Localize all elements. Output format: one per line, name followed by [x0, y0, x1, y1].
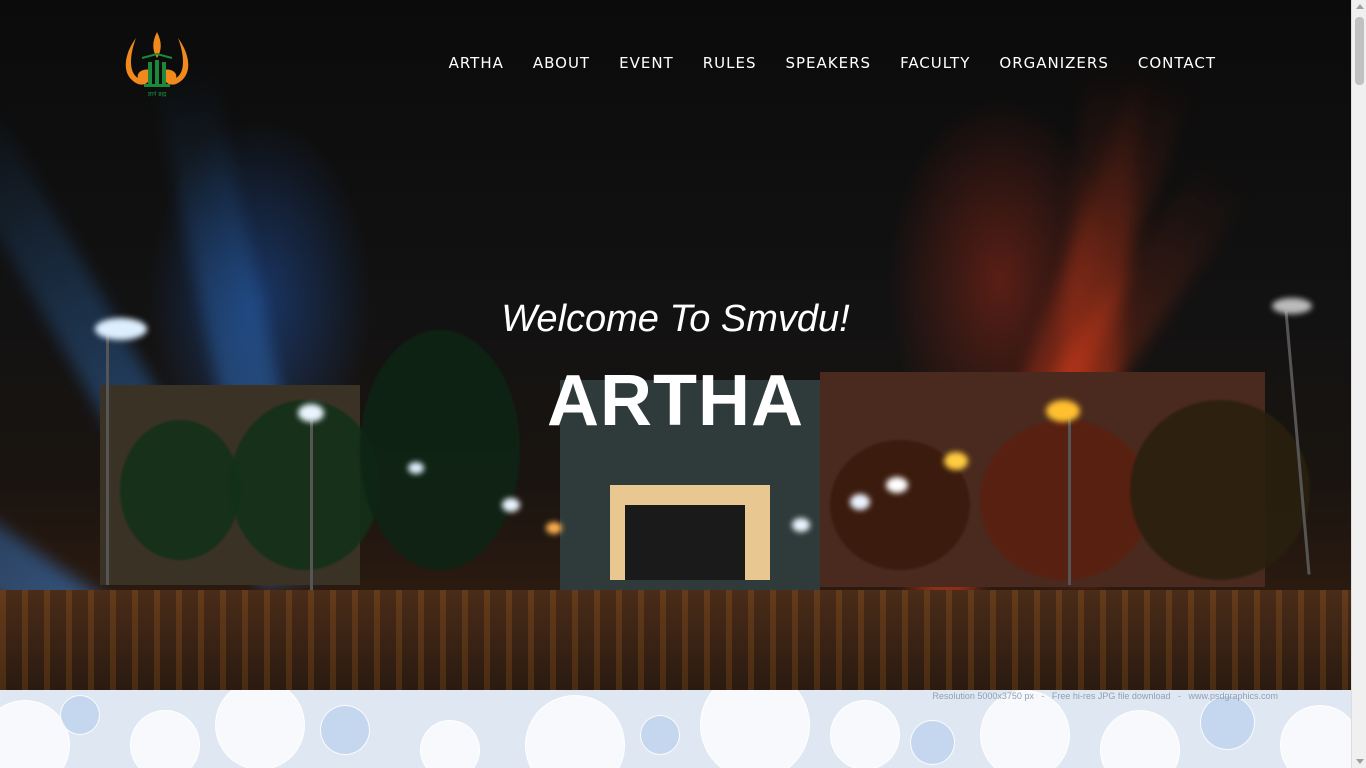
nav-item-rules[interactable]: RULES [703, 54, 757, 72]
page-scrollbar[interactable] [1351, 0, 1366, 768]
bokeh-bubble [830, 700, 900, 768]
bokeh-bubble [130, 710, 200, 768]
bokeh-bubble [215, 690, 305, 768]
bokeh-bubble [910, 720, 955, 765]
lamp-light [792, 518, 810, 532]
bokeh-bubble [700, 690, 810, 768]
street-lamp [310, 420, 313, 590]
lamp-light [408, 462, 424, 474]
bokeh-bubble [980, 690, 1070, 768]
hero-banner [0, 0, 1351, 690]
lamp-light [546, 522, 562, 534]
bokeh-bubble [525, 695, 625, 768]
scroll-thumb[interactable] [1355, 17, 1364, 85]
nav-item-about[interactable]: ABOUT [533, 54, 590, 72]
bokeh-bubble [1200, 695, 1255, 750]
hero-welcome-text: Welcome To Smvdu! [501, 298, 850, 340]
tree [980, 420, 1150, 580]
logo-caption: ज्ञानं ब्रह्म [147, 91, 167, 98]
bokeh-background-section [0, 690, 1351, 768]
bokeh-bubble [1100, 710, 1180, 768]
nav-item-event[interactable]: EVENT [619, 54, 674, 72]
scroll-up-arrow-icon[interactable] [1356, 4, 1364, 9]
nav-item-speakers[interactable]: SPEAKERS [785, 54, 871, 72]
hero-title: ARTHA [547, 361, 804, 441]
nav-item-organizers[interactable]: ORGANIZERS [999, 54, 1108, 72]
bokeh-bubble [1280, 705, 1351, 768]
site-logo[interactable]: ज्ञानं ब्रह्म [122, 32, 192, 104]
scroll-down-arrow-icon[interactable] [1356, 759, 1364, 764]
nav-item-artha[interactable]: ARTHA [449, 54, 504, 72]
bokeh-bubble [420, 720, 480, 768]
image-credit-text: Resolution 5000x3750 px - Free hi-res JP… [932, 691, 1278, 701]
nav-item-faculty[interactable]: FACULTY [900, 54, 970, 72]
lamp-light [886, 477, 908, 493]
nav-item-contact[interactable]: CONTACT [1138, 54, 1216, 72]
lamp-light [502, 498, 520, 512]
lamp-light [850, 494, 870, 510]
entrance-door [625, 505, 745, 580]
reflective-floor [0, 590, 1351, 690]
bokeh-bubble [640, 715, 680, 755]
bokeh-bubble [320, 705, 370, 755]
bokeh-bubble [60, 695, 100, 735]
main-navigation: ARTHA ABOUT EVENT RULES SPEAKERS FACULTY… [449, 54, 1216, 72]
lamp-light [944, 452, 968, 470]
